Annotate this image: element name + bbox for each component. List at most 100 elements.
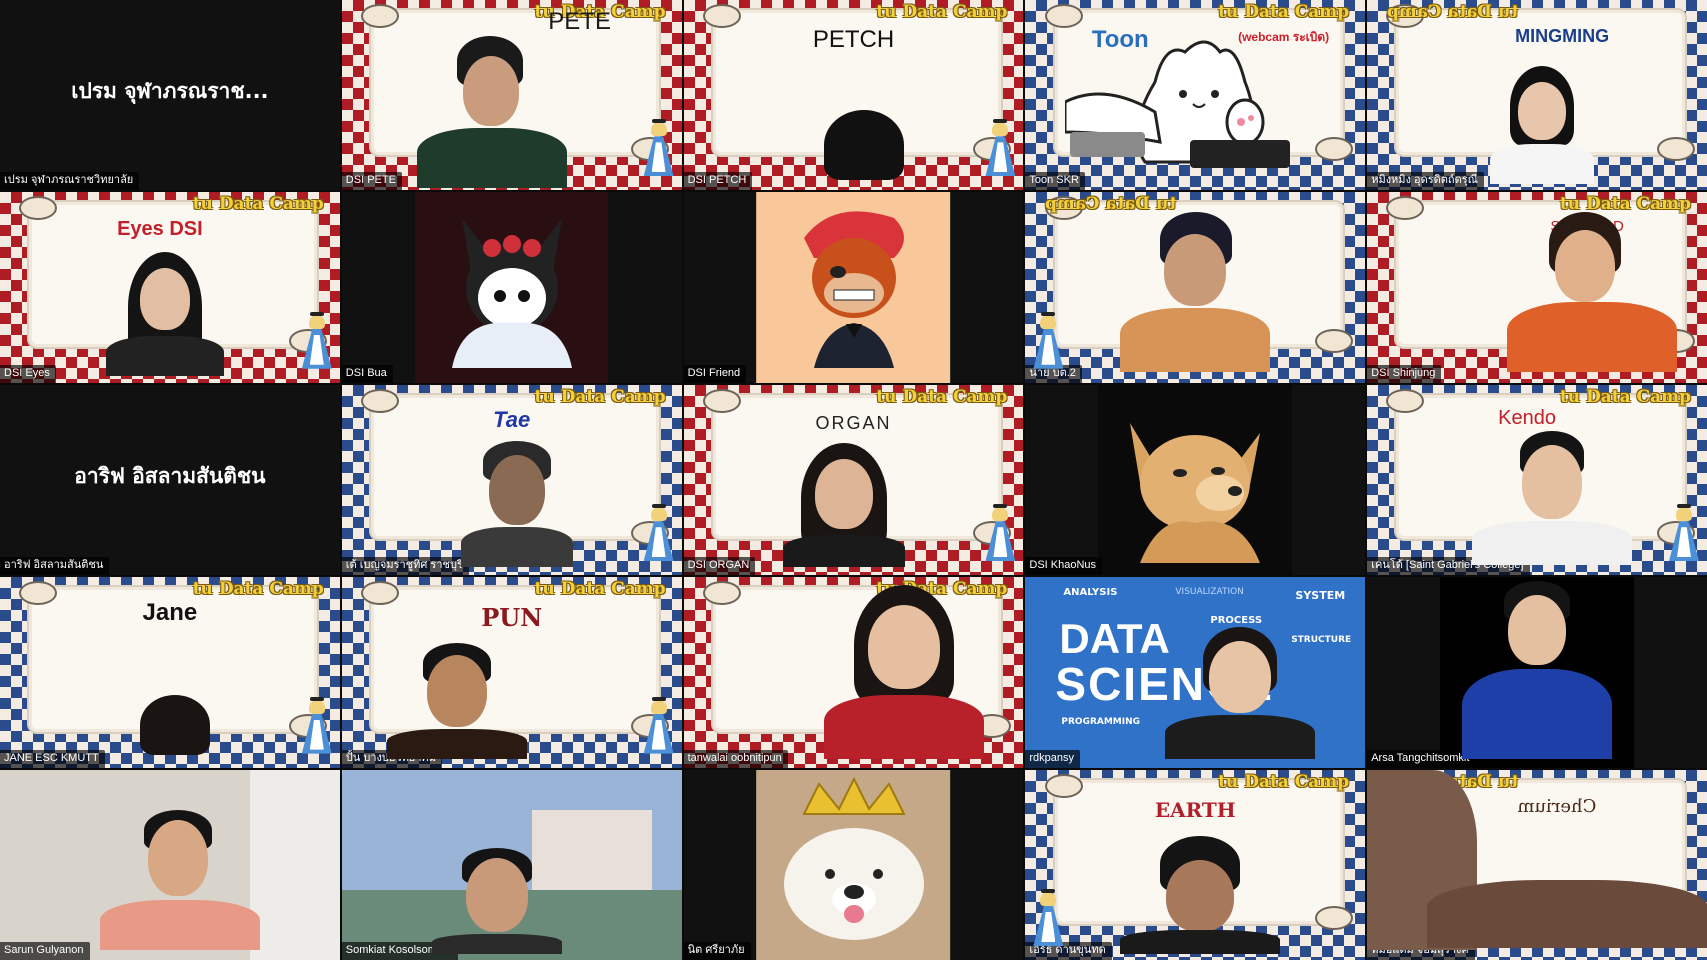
participant-tile[interactable]: Arsa Tangchitsomkit [1367, 577, 1707, 768]
alice-icon [983, 119, 1017, 180]
camp-logo: tu Data Camp [876, 386, 1008, 407]
name-card: MINGMING [1515, 26, 1610, 46]
participant-person [100, 252, 230, 377]
participant-name: DSI ORGAN [683, 557, 756, 576]
participant-name: tanwalai oobnitipun [683, 749, 788, 768]
alice-icon [1667, 504, 1701, 565]
participant-name: DSI PETCH [683, 172, 753, 191]
camp-logo: tu Data Camp [1559, 194, 1691, 215]
participant-name: DSI Friend [683, 364, 747, 383]
participant-tile[interactable]: tu Data Camp Jane JANE ESC KMUTT [0, 577, 340, 768]
name-card: PETE [548, 8, 611, 35]
participant-tile[interactable]: tu Data Camp Kendo เคนโด้ [Saint Gabriel… [1367, 384, 1707, 576]
alice-icon [983, 504, 1017, 565]
participant-tile[interactable]: อาริฟ อิสลามสันติชน อาริฟ อิสลามสันติชน [0, 384, 340, 576]
alice-icon [642, 119, 676, 180]
participant-person [120, 695, 230, 756]
gallery-view: เปรม จุฬาภรณราช... เปรม จุฬาภรณราชวิทยาล… [0, 0, 1707, 960]
participant-display-name: อาริฟ อิสลามสันติชน [74, 464, 266, 489]
participant-person [1462, 581, 1613, 760]
alice-icon [1031, 311, 1065, 373]
participant-tile[interactable]: tu Data Camp ORGAN DSI ORGAN [683, 384, 1024, 576]
participant-name: JANE ESC KMUTT [0, 749, 105, 768]
participant-tile[interactable]: tu Data Camp PETE DSI PETE [341, 0, 682, 191]
alice-icon [642, 696, 676, 758]
bongo-cat-icon [1065, 40, 1291, 168]
participant-tile[interactable]: tu Data Camp Eyes DSI DSI Eyes [0, 192, 340, 383]
participant-tile[interactable]: tu Data Camp P' tanwalai oobnitipun [683, 577, 1024, 768]
participant-tile[interactable]: tu Data Camp Cherium หมอแตม จอมสุรางค์ [1367, 769, 1707, 960]
participant-tile[interactable]: ANALYSIS VISUALIZATION SYSTEM PROCESS ST… [1025, 577, 1366, 768]
name-card: Jane [142, 599, 198, 627]
participant-name: DSI Eyes [0, 364, 56, 383]
participant-name: เต้ เบญจมราชูทิศ ราชบุรี [341, 557, 469, 576]
participant-tile[interactable]: DSI KhaoNus [1025, 384, 1366, 576]
name-card: EARTH [1154, 797, 1236, 822]
participant-name: rdkpansy [1025, 749, 1081, 768]
name-card: Tae [493, 406, 531, 432]
participant-person [431, 847, 562, 954]
participant-display-name: เปรม จุฬาภรณราช... [71, 79, 269, 104]
participant-person [814, 110, 914, 180]
ds-word-visualization: VISUALIZATION [1175, 587, 1244, 598]
alice-icon [300, 696, 334, 758]
participant-name: Arsa Tangchitsomkit [1367, 749, 1476, 768]
curtain-background [249, 769, 340, 960]
participant-person [1497, 212, 1678, 373]
participant-name: DSI KhaoNus [1025, 557, 1103, 576]
ape-avatar-icon [803, 211, 904, 369]
participant-person [1367, 769, 1707, 950]
participant-person [1165, 627, 1316, 760]
camp-logo: tu Data Camp [534, 386, 666, 407]
name-card: Eyes DSI [117, 218, 203, 241]
participant-tile[interactable]: tu Data Camp Toon (webcam ระเบิด) Toon S… [1025, 0, 1366, 191]
kuromi-avatar-icon [451, 218, 572, 369]
participant-person [1482, 66, 1602, 184]
name-card: ORGAN [815, 412, 892, 433]
participant-name: นิต ศรียาภัย [683, 941, 751, 960]
camp-logo: tu Data Camp [1218, 771, 1350, 792]
participant-tile[interactable]: นิต ศรียาภัย [683, 769, 1024, 960]
participant-person [457, 440, 577, 567]
participant-tile[interactable]: Sarun Gulyanon [0, 769, 340, 960]
participant-tile[interactable]: tu Data Camp Shinjung D DSI Shinjung [1367, 192, 1707, 383]
participant-tile[interactable]: Somkiat Kosolsombat [341, 769, 682, 960]
alice-icon [1031, 888, 1065, 950]
alice-icon [300, 311, 334, 373]
participant-tile[interactable]: tu Data Camp PUN ปั้น บางบ่อวิทยาคม [341, 577, 682, 768]
participant-person [1120, 212, 1271, 373]
ds-word-data: DATA [1059, 615, 1170, 663]
participant-tile[interactable]: DSI Friend [683, 192, 1024, 383]
participant-name: DSI Shinjung [1367, 364, 1442, 383]
participant-name: เปรม จุฬาภรณราชวิทยาลัย [0, 172, 140, 191]
participant-tile[interactable]: tu Data Camp MINGMING หมิงหมิง อุดรดิตถ์… [1367, 0, 1707, 191]
participant-tile[interactable]: เปรม จุฬาภรณราช... เปรม จุฬาภรณราชวิทยาล… [0, 0, 340, 191]
ds-word-analysis: ANALYSIS [1063, 587, 1118, 599]
participant-person [1120, 835, 1281, 954]
dog-with-crown-icon [783, 776, 924, 940]
participant-name: Sarun Gulyanon [0, 941, 90, 960]
participant-tile[interactable]: DSI Bua [341, 192, 682, 383]
name-card: PETCH [812, 26, 895, 53]
participant-person [823, 585, 984, 760]
participant-person [1472, 430, 1633, 565]
participant-name: DSI PETE [341, 172, 402, 191]
participant-person [100, 809, 260, 950]
camp-logo: tu Data Camp [192, 194, 324, 215]
participant-tile[interactable]: tu Data Camp PETCH DSI PETCH [683, 0, 1024, 191]
participant-name: DSI Bua [341, 364, 393, 383]
chihuahua-avatar-icon [1130, 422, 1261, 563]
camp-logo: tu Data Camp [1559, 386, 1691, 407]
participant-tile[interactable]: tu Data Camp EARTH เอิร์ธ ด่านขุนทด [1025, 769, 1366, 960]
participant-tile[interactable]: tu Data Camp Tae เต้ เบญจมราชูทิศ ราชบุร… [341, 384, 682, 576]
ds-word-process: PROCESS [1210, 615, 1263, 627]
participant-person [386, 643, 527, 760]
alice-icon [642, 504, 676, 565]
name-card: PUN [481, 603, 543, 633]
camp-logo: tu Data Camp [1218, 2, 1350, 22]
ds-word-programming: PROGRAMMING [1061, 717, 1141, 728]
participant-tile[interactable]: tu Data Camp ผ้ม นาย บต.2 [1025, 192, 1366, 383]
participant-name: Toon SKR [1025, 172, 1085, 191]
camp-logo: tu Data Camp [1387, 2, 1519, 22]
participant-name: อาริฟ อิสลามสันติชน [0, 557, 110, 576]
